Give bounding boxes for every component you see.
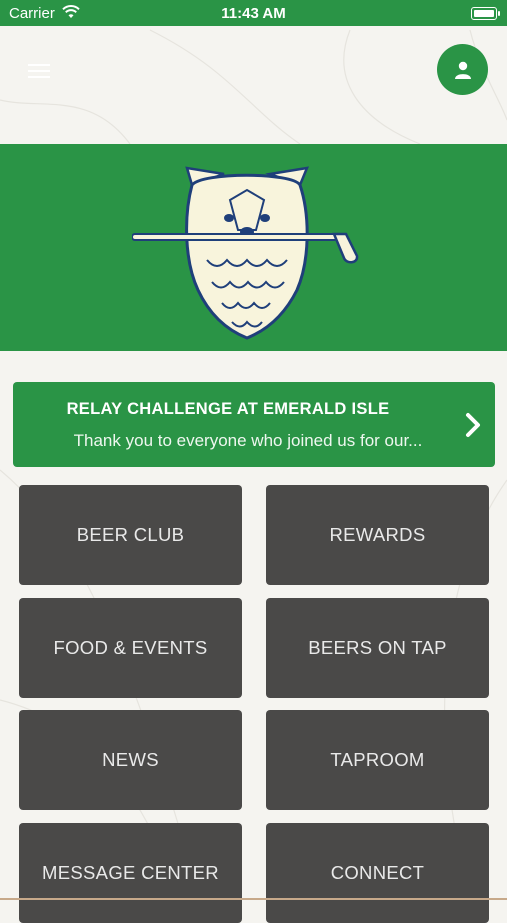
promo-title: RELAY CHALLENGE AT EMERALD ISLE [66, 400, 390, 418]
status-bar: Carrier 11:43 AM [0, 0, 507, 26]
hamburger-icon [28, 64, 50, 66]
tile-label: MESSAGE CENTER [42, 862, 219, 883]
status-time: 11:43 AM [221, 5, 286, 22]
promo-subtitle: Thank you to everyone who joined us for … [73, 431, 423, 450]
tile-message-center[interactable]: MESSAGE CENTER [19, 823, 242, 923]
tile-label: CONNECT [330, 862, 425, 883]
tile-news[interactable]: NEWS [19, 710, 242, 810]
tile-rewards[interactable]: REWARDS [266, 485, 489, 585]
chevron-right-icon [466, 413, 480, 437]
tile-label: BEERS ON TAP [308, 637, 447, 658]
tile-label: REWARDS [329, 524, 426, 545]
tile-label: TAPROOM [330, 749, 425, 770]
tile-label: FOOD & EVENTS [53, 637, 208, 658]
tile-food-events[interactable]: FOOD & EVENTS [19, 598, 242, 698]
user-icon [454, 61, 471, 79]
tile-beer-club[interactable]: BEER CLUB [19, 485, 242, 585]
tile-beers-on-tap[interactable]: BEERS ON TAP [266, 598, 489, 698]
menu-button[interactable] [28, 64, 50, 80]
dog-with-golf-club-logo [132, 166, 359, 340]
battery-icon [471, 7, 500, 20]
tile-label: BEER CLUB [76, 524, 185, 545]
tile-label: NEWS [102, 749, 159, 770]
tile-connect[interactable]: CONNECT [266, 823, 489, 923]
promo-card[interactable]: RELAY CHALLENGE AT EMERALD ISLE Thank yo… [13, 382, 495, 467]
tile-taproom[interactable]: TAPROOM [266, 710, 489, 810]
profile-button[interactable] [437, 44, 488, 95]
